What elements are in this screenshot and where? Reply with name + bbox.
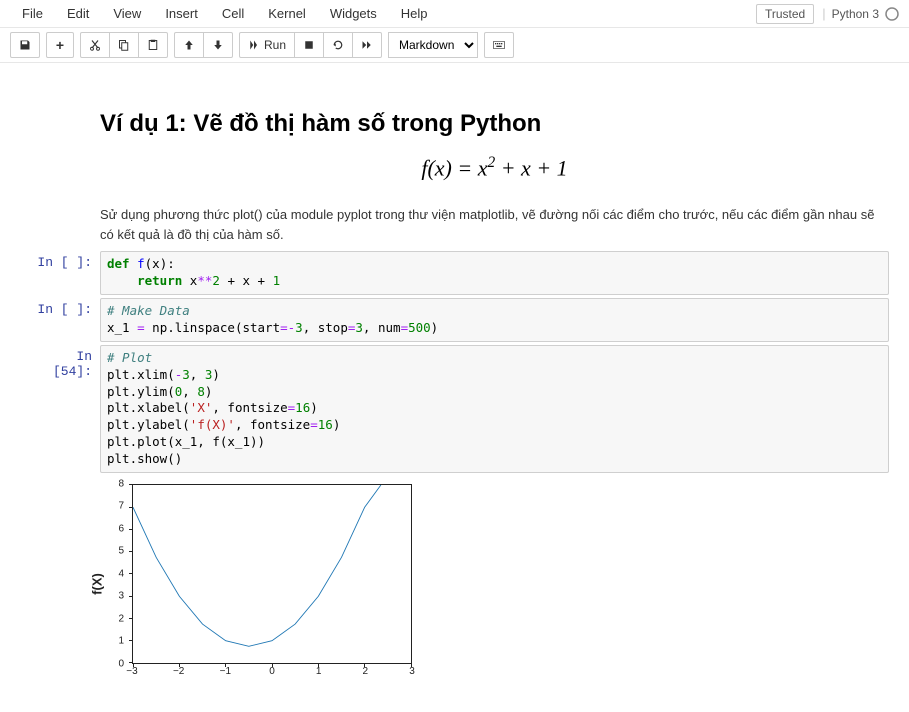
run-icon xyxy=(248,39,260,51)
restart-button[interactable] xyxy=(323,32,353,58)
code-input-2[interactable]: # Make Data x_1 = np.linspace(start=-3, … xyxy=(100,298,889,342)
math-formula: f(x) = x2 + x + 1 xyxy=(100,154,889,181)
cut-icon xyxy=(89,39,101,51)
toolbar: + Run xyxy=(0,28,909,63)
chart-y-tick: 1 xyxy=(118,636,124,647)
menu-cell[interactable]: Cell xyxy=(210,2,256,25)
chart-y-tick: 0 xyxy=(118,658,124,669)
chart-x-tick: −1 xyxy=(220,666,231,677)
save-icon xyxy=(19,39,31,51)
chart-x-tick: 0 xyxy=(269,666,275,677)
code-input-3[interactable]: # Plot plt.xlim(-3, 3) plt.ylim(0, 8) pl… xyxy=(100,345,889,473)
run-label: Run xyxy=(264,38,286,52)
move-down-button[interactable] xyxy=(203,32,233,58)
cell-type-select[interactable]: Markdown xyxy=(388,32,478,58)
kernel-name[interactable]: Python 3 xyxy=(832,7,879,21)
chart-y-tick: 8 xyxy=(118,478,124,489)
divider: | xyxy=(822,6,825,21)
markdown-cell[interactable]: Ví dụ 1: Vẽ đồ thị hàm số trong Python f… xyxy=(30,86,889,248)
plus-icon: + xyxy=(56,37,64,53)
notebook-container: Ví dụ 1: Vẽ đồ thị hàm số trong Python f… xyxy=(0,63,909,712)
stop-icon xyxy=(303,39,315,51)
prompt-1: In [ ]: xyxy=(30,251,100,295)
paste-button[interactable] xyxy=(138,32,168,58)
keyboard-icon xyxy=(493,39,505,51)
code-cell-3[interactable]: In [54]: # Plot plt.xlim(-3, 3) plt.ylim… xyxy=(30,345,889,473)
menu-edit[interactable]: Edit xyxy=(55,2,101,25)
restart-icon xyxy=(332,39,344,51)
menu-file[interactable]: File xyxy=(10,2,55,25)
chart-y-tick: 6 xyxy=(118,523,124,534)
command-palette-button[interactable] xyxy=(484,32,514,58)
chart-plot-area xyxy=(132,484,412,664)
fast-forward-icon xyxy=(361,39,373,51)
output-area: f(X) 012345678 −3−2−10123 xyxy=(100,476,889,692)
kernel-idle-icon xyxy=(885,7,899,21)
heading-title: Ví dụ 1: Vẽ đồ thị hàm số trong Python xyxy=(100,110,889,138)
chart-y-tick: 5 xyxy=(118,546,124,557)
chart-y-tick: 3 xyxy=(118,591,124,602)
arrow-down-icon xyxy=(212,39,224,51)
paste-icon xyxy=(147,39,159,51)
menu-widgets[interactable]: Widgets xyxy=(318,2,389,25)
copy-icon xyxy=(118,39,130,51)
run-button[interactable]: Run xyxy=(239,32,295,58)
code-cell-2[interactable]: In [ ]: # Make Data x_1 = np.linspace(st… xyxy=(30,298,889,342)
chart-x-tick: −3 xyxy=(126,666,137,677)
prompt-2: In [ ]: xyxy=(30,298,100,342)
interrupt-button[interactable] xyxy=(294,32,324,58)
code-input-1[interactable]: def f(x): return x**2 + x + 1 xyxy=(100,251,889,295)
description-text: Sử dụng phương thức plot() của module py… xyxy=(100,205,889,244)
chart-x-tick: 2 xyxy=(363,666,369,677)
menubar: File Edit View Insert Cell Kernel Widget… xyxy=(0,0,909,28)
arrow-up-icon xyxy=(183,39,195,51)
chart-x-tick: 1 xyxy=(316,666,322,677)
cut-button[interactable] xyxy=(80,32,110,58)
chart-x-tick: −2 xyxy=(173,666,184,677)
chart-y-tick: 4 xyxy=(118,568,124,579)
copy-button[interactable] xyxy=(109,32,139,58)
menu-insert[interactable]: Insert xyxy=(153,2,210,25)
chart-line-svg xyxy=(133,485,411,663)
add-cell-button[interactable]: + xyxy=(46,32,74,58)
chart-y-tick: 7 xyxy=(118,501,124,512)
menu-kernel[interactable]: Kernel xyxy=(256,2,318,25)
chart-x-tick: 3 xyxy=(409,666,415,677)
code-cell-1[interactable]: In [ ]: def f(x): return x**2 + x + 1 xyxy=(30,251,889,295)
menu-view[interactable]: View xyxy=(101,2,153,25)
restart-run-all-button[interactable] xyxy=(352,32,382,58)
move-up-button[interactable] xyxy=(174,32,204,58)
chart: f(X) 012345678 −3−2−10123 xyxy=(100,484,420,684)
menu-help[interactable]: Help xyxy=(389,2,440,25)
prompt-3: In [54]: xyxy=(30,345,100,473)
save-button[interactable] xyxy=(10,32,40,58)
trusted-indicator[interactable]: Trusted xyxy=(756,4,814,24)
